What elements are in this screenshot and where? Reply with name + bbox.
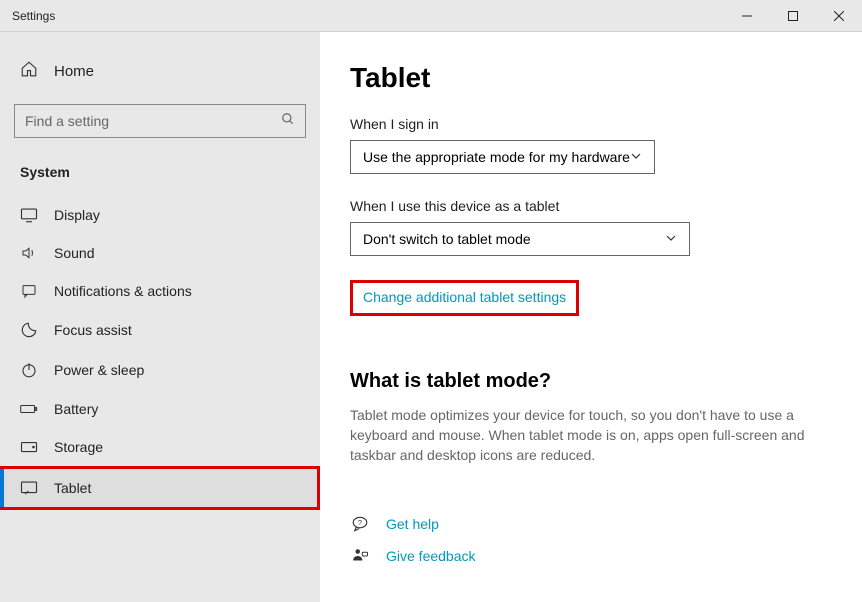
device-label: When I use this device as a tablet <box>350 198 822 214</box>
sidebar-item-focus-assist[interactable]: Focus assist <box>0 310 320 350</box>
sidebar-item-sound[interactable]: Sound <box>0 234 320 272</box>
get-help-row: ? Get help <box>350 515 822 533</box>
signin-select[interactable]: Use the appropriate mode for my hardware <box>350 140 655 174</box>
sidebar-item-label: Focus assist <box>54 322 132 338</box>
power-icon <box>20 361 38 379</box>
window-controls <box>724 0 862 32</box>
svg-text:?: ? <box>358 518 362 527</box>
device-select-value: Don't switch to tablet mode <box>363 231 531 247</box>
change-tablet-settings-link[interactable]: Change additional tablet settings <box>363 289 566 305</box>
feedback-icon <box>350 547 370 565</box>
sidebar-item-storage[interactable]: Storage <box>0 428 320 466</box>
give-feedback-link[interactable]: Give feedback <box>386 548 476 564</box>
sidebar-home[interactable]: Home <box>0 48 320 94</box>
sidebar-item-label: Power & sleep <box>54 362 144 378</box>
change-link-highlight-box: Change additional tablet settings <box>350 280 579 316</box>
focus-assist-icon <box>20 321 38 339</box>
battery-icon <box>20 402 38 416</box>
sidebar-item-notifications[interactable]: Notifications & actions <box>0 272 320 310</box>
what-is-description: Tablet mode optimizes your device for to… <box>350 405 820 465</box>
minimize-button[interactable] <box>724 0 770 32</box>
page-title: Tablet <box>350 62 822 94</box>
display-icon <box>20 207 38 223</box>
content: Home Find a setting System Display Sound… <box>0 32 862 602</box>
chevron-down-icon <box>630 149 642 165</box>
sidebar-item-display[interactable]: Display <box>0 196 320 234</box>
home-icon <box>20 60 38 82</box>
maximize-button[interactable] <box>770 0 816 32</box>
sidebar-item-tablet[interactable]: Tablet <box>0 469 317 507</box>
notifications-icon <box>20 283 38 299</box>
sidebar-section-title: System <box>0 156 320 196</box>
search-input[interactable]: Find a setting <box>14 104 306 138</box>
sidebar-item-battery[interactable]: Battery <box>0 390 320 428</box>
search-icon <box>281 112 295 131</box>
signin-select-value: Use the appropriate mode for my hardware <box>363 149 630 165</box>
sidebar-item-label: Display <box>54 207 100 223</box>
sidebar-item-label: Battery <box>54 401 98 417</box>
footer-links: ? Get help Give feedback <box>350 515 822 565</box>
sidebar-item-label: Tablet <box>54 480 91 496</box>
device-select[interactable]: Don't switch to tablet mode <box>350 222 690 256</box>
tablet-icon <box>20 480 38 496</box>
what-is-heading: What is tablet mode? <box>350 370 822 393</box>
sidebar-item-power-sleep[interactable]: Power & sleep <box>0 350 320 390</box>
sidebar: Home Find a setting System Display Sound… <box>0 32 320 602</box>
titlebar: Settings <box>0 0 862 32</box>
help-icon: ? <box>350 515 370 533</box>
storage-icon <box>20 440 38 454</box>
sidebar-item-label: Storage <box>54 439 103 455</box>
main-panel: Tablet When I sign in Use the appropriat… <box>320 32 862 602</box>
sidebar-item-label: Notifications & actions <box>54 283 192 299</box>
close-button[interactable] <box>816 0 862 32</box>
tablet-highlight-box: Tablet <box>0 466 320 510</box>
give-feedback-row: Give feedback <box>350 547 822 565</box>
get-help-link[interactable]: Get help <box>386 516 439 532</box>
sidebar-item-label: Sound <box>54 245 94 261</box>
sidebar-home-label: Home <box>54 63 94 80</box>
search-placeholder: Find a setting <box>25 113 109 129</box>
chevron-down-icon <box>665 231 677 247</box>
signin-label: When I sign in <box>350 116 822 132</box>
sound-icon <box>20 245 38 261</box>
titlebar-title: Settings <box>0 9 55 23</box>
